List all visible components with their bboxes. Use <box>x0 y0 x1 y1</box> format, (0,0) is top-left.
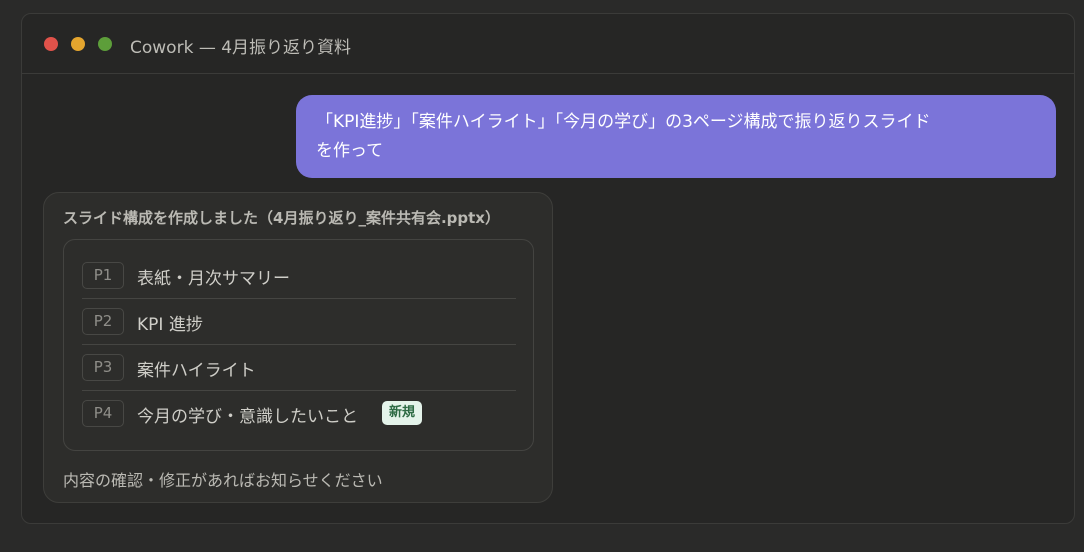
page-number-tag: P3 <box>82 354 124 381</box>
user-message-bubble: 「KPI進捗」「案件ハイライト」「今月の学び」の3ページ構成で振り返りスライド … <box>296 95 1056 178</box>
page-number-tag: P4 <box>82 400 124 427</box>
slide-title: 今月の学び・意識したいこと <box>137 407 358 427</box>
app-window: Cowork — 4月振り返り資料 「KPI進捗」「案件ハイライト」「今月の学び… <box>21 13 1075 524</box>
page-number-tag: P1 <box>82 262 124 289</box>
slide-outline-item-p2: P2 KPI 進捗 <box>82 299 516 345</box>
user-message-line-2: を作って <box>316 141 384 161</box>
zoom-window-button[interactable] <box>98 37 112 51</box>
slide-outline-list: P1 表紙・月次サマリー P2 KPI 進捗 P3 案件ハイライト P4 今月の… <box>63 239 534 451</box>
assistant-message-card: スライド構成を作成しました（4月振り返り_案件共有会.pptx） P1 表紙・月… <box>43 192 553 503</box>
page-number-tag: P2 <box>82 308 124 335</box>
slide-title: 表紙・月次サマリー <box>137 269 290 289</box>
slide-title: KPI 進捗 <box>137 315 203 335</box>
close-window-button[interactable] <box>44 37 58 51</box>
title-bar: Cowork — 4月振り返り資料 <box>22 14 1074 74</box>
assistant-message-footer: 内容の確認・修正があればお知らせください <box>63 471 383 490</box>
user-message-line-1: 「KPI進捗」「案件ハイライト」「今月の学び」の3ページ構成で振り返りスライド <box>316 112 931 132</box>
new-badge: 新規 <box>382 401 423 425</box>
slide-title: 案件ハイライト <box>137 361 256 381</box>
window-title: Cowork — 4月振り返り資料 <box>130 38 352 58</box>
assistant-message-heading: スライド構成を作成しました（4月振り返り_案件共有会.pptx） <box>63 209 500 227</box>
slide-outline-item-p1: P1 表紙・月次サマリー <box>82 253 516 299</box>
slide-outline-item-p4: P4 今月の学び・意識したいこと 新規 <box>82 391 516 437</box>
minimize-window-button[interactable] <box>71 37 85 51</box>
slide-outline-item-p3: P3 案件ハイライト <box>82 345 516 391</box>
